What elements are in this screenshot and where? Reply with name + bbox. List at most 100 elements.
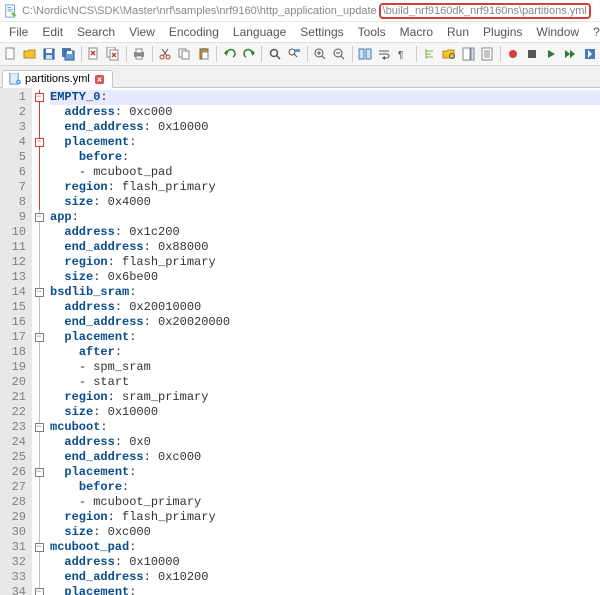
toolbar: ¶ [0, 42, 600, 66]
code-line: - mcuboot_primary [50, 495, 600, 510]
code-line: placement: [50, 585, 600, 595]
redo-button[interactable] [240, 45, 257, 63]
code-line: size: 0x4000 [50, 195, 600, 210]
fold-marker[interactable]: − [32, 465, 46, 480]
line-number: 24 [2, 435, 26, 450]
fold-marker [32, 240, 46, 255]
open-file-button[interactable] [21, 45, 38, 63]
fold-marker[interactable]: − [32, 540, 46, 555]
new-file-button[interactable] [2, 45, 19, 63]
close-all-icon [106, 47, 120, 61]
cut-button[interactable] [157, 45, 174, 63]
print-icon [132, 47, 146, 61]
show-all-icon: ¶ [396, 47, 410, 61]
paste-button[interactable] [195, 45, 212, 63]
menu-language[interactable]: Language [226, 23, 293, 41]
save-all-button[interactable] [59, 45, 76, 63]
toolbar-separator [261, 46, 262, 62]
editor-area[interactable]: 1234567891011121314151617181920212223242… [0, 88, 600, 595]
fold-marker [32, 345, 46, 360]
tab-filename: partitions.yml [25, 73, 90, 85]
line-number: 9 [2, 210, 26, 225]
fold-column: − − − − − − − − − [32, 88, 46, 595]
code-line: end_address: 0x20020000 [50, 315, 600, 330]
menu-edit[interactable]: Edit [35, 23, 70, 41]
menu-settings[interactable]: Settings [293, 23, 350, 41]
line-number: 5 [2, 150, 26, 165]
stop-macro-icon [525, 47, 539, 61]
indent-guide-button[interactable] [421, 45, 438, 63]
fold-marker[interactable]: − [32, 330, 46, 345]
fold-marker[interactable]: − [32, 285, 46, 300]
fold-marker [32, 555, 46, 570]
doc-map-icon [461, 47, 475, 61]
save-button[interactable] [40, 45, 57, 63]
zoom-out-button[interactable] [331, 45, 348, 63]
code-content[interactable]: EMPTY_0: address: 0xc000 end_address: 0x… [46, 88, 600, 595]
fold-marker[interactable]: − [32, 585, 46, 595]
code-line: placement: [50, 465, 600, 480]
fold-marker[interactable]: − [32, 90, 46, 105]
doc-list-button[interactable] [478, 45, 495, 63]
zoom-in-button[interactable] [311, 45, 328, 63]
code-line: EMPTY_0: [50, 90, 600, 105]
fold-marker[interactable]: − [32, 210, 46, 225]
file-icon [9, 73, 21, 85]
fold-marker [32, 405, 46, 420]
play-macro-button[interactable] [543, 45, 560, 63]
code-line: address: 0x1c200 [50, 225, 600, 240]
folder-button[interactable] [440, 45, 457, 63]
undo-button[interactable] [221, 45, 238, 63]
word-wrap-icon [377, 47, 391, 61]
code-line: mcuboot_pad: [50, 540, 600, 555]
line-number: 30 [2, 525, 26, 540]
code-line: size: 0x10000 [50, 405, 600, 420]
toolbar-separator [81, 46, 82, 62]
close-icon [87, 47, 101, 61]
app-icon [4, 4, 18, 18]
close-button[interactable] [85, 45, 102, 63]
show-all-button[interactable]: ¶ [395, 45, 412, 63]
close-all-button[interactable] [105, 45, 122, 63]
menu-encoding[interactable]: Encoding [162, 23, 226, 41]
line-number: 3 [2, 120, 26, 135]
fold-marker [32, 450, 46, 465]
print-button[interactable] [131, 45, 148, 63]
doc-map-button[interactable] [459, 45, 476, 63]
menu-[interactable]: ? [586, 23, 600, 41]
code-line: bsdlib_sram: [50, 285, 600, 300]
sync-icon [358, 47, 372, 61]
file-tab[interactable]: partitions.yml [2, 70, 113, 88]
menu-run[interactable]: Run [440, 23, 476, 41]
find-button[interactable] [266, 45, 283, 63]
code-line: size: 0x6be00 [50, 270, 600, 285]
save-macro-button[interactable] [581, 45, 598, 63]
fold-marker[interactable]: − [32, 135, 46, 150]
code-line: end_address: 0x10200 [50, 570, 600, 585]
menu-macro[interactable]: Macro [393, 23, 440, 41]
indent-guide-icon [423, 47, 437, 61]
line-number: 32 [2, 555, 26, 570]
menu-tools[interactable]: Tools [351, 23, 393, 41]
tab-close-button[interactable] [94, 73, 106, 85]
fold-marker[interactable]: − [32, 420, 46, 435]
title-path-highlighted: \build_nrf9160dk_nrf9160ns\partitions.ym… [379, 3, 591, 19]
copy-button[interactable] [176, 45, 193, 63]
fold-marker [32, 150, 46, 165]
menu-plugins[interactable]: Plugins [476, 23, 529, 41]
menu-file[interactable]: File [2, 23, 35, 41]
word-wrap-button[interactable] [376, 45, 393, 63]
stop-macro-button[interactable] [524, 45, 541, 63]
replace-button[interactable] [285, 45, 302, 63]
line-number: 22 [2, 405, 26, 420]
menu-view[interactable]: View [122, 23, 162, 41]
copy-icon [177, 47, 191, 61]
menu-window[interactable]: Window [529, 23, 586, 41]
code-line: size: 0xc000 [50, 525, 600, 540]
record-macro-button[interactable] [504, 45, 521, 63]
line-number: 23 [2, 420, 26, 435]
menu-search[interactable]: Search [70, 23, 122, 41]
sync-button[interactable] [357, 45, 374, 63]
undo-icon [223, 47, 237, 61]
fast-play-button[interactable] [562, 45, 579, 63]
